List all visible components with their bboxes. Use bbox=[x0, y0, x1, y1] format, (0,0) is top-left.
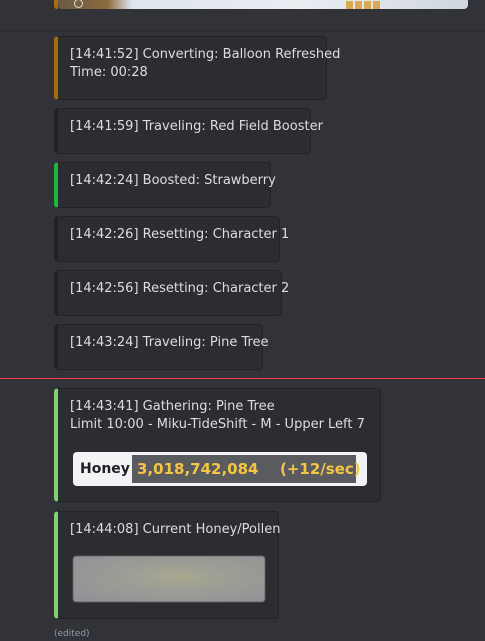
log-embed-current-honey: [14:44:08] Current Honey/Pollen bbox=[54, 511, 281, 619]
log-embed-resetting-1: [14:42:26] Resetting: Character 1 bbox=[54, 216, 290, 262]
pollen-screenshot-image[interactable] bbox=[73, 556, 265, 602]
log-embed-traveling-pine: [14:43:24] Traveling: Pine Tree bbox=[54, 324, 269, 370]
log-embed-boosted: [14:42:24] Boosted: Strawberry bbox=[54, 162, 276, 208]
honey-counter-image[interactable]: Honey 3,018,742,084 (+12/sec) bbox=[73, 452, 367, 486]
game-screenshot-image[interactable] bbox=[58, 0, 468, 9]
log-text: [14:43:41] Gathering: Pine Tree bbox=[70, 399, 275, 414]
log-text: Limit 10:00 - Miku-TideShift - M - Upper… bbox=[70, 417, 365, 432]
log-embed-converting: [14:41:52] Converting: Balloon Refreshed… bbox=[54, 36, 341, 100]
log-text: [14:44:08] Current Honey/Pollen bbox=[70, 522, 281, 537]
decorative-icons bbox=[346, 1, 382, 9]
log-text: [14:42:24] Boosted: Strawberry bbox=[70, 173, 276, 188]
log-embed-resetting-2: [14:42:56] Resetting: Character 2 bbox=[54, 270, 290, 316]
honey-rate: (+12/sec) bbox=[280, 460, 361, 478]
logo-icon bbox=[74, 0, 83, 8]
log-text: [14:43:24] Traveling: Pine Tree bbox=[70, 335, 269, 350]
log-text: [14:41:52] Converting: Balloon Refreshed bbox=[70, 47, 341, 62]
log-text: [14:42:56] Resetting: Character 2 bbox=[70, 281, 290, 296]
new-messages-divider bbox=[0, 378, 485, 379]
honey-value: 3,018,742,084 bbox=[137, 460, 259, 478]
log-embed-gathering: [14:43:41] Gathering: Pine Tree Limit 10… bbox=[54, 388, 381, 502]
message-divider bbox=[0, 31, 485, 32]
log-text: [14:41:59] Traveling: Red Field Booster bbox=[70, 119, 323, 134]
log-embed-traveling-red: [14:41:59] Traveling: Red Field Booster bbox=[54, 108, 323, 154]
honey-label: Honey bbox=[80, 461, 130, 477]
log-text: Time: 00:28 bbox=[70, 65, 148, 80]
log-text: [14:42:26] Resetting: Character 1 bbox=[70, 227, 290, 242]
honey-value-box: 3,018,742,084 (+12/sec) bbox=[132, 455, 361, 483]
edited-label: (edited) bbox=[54, 629, 90, 639]
